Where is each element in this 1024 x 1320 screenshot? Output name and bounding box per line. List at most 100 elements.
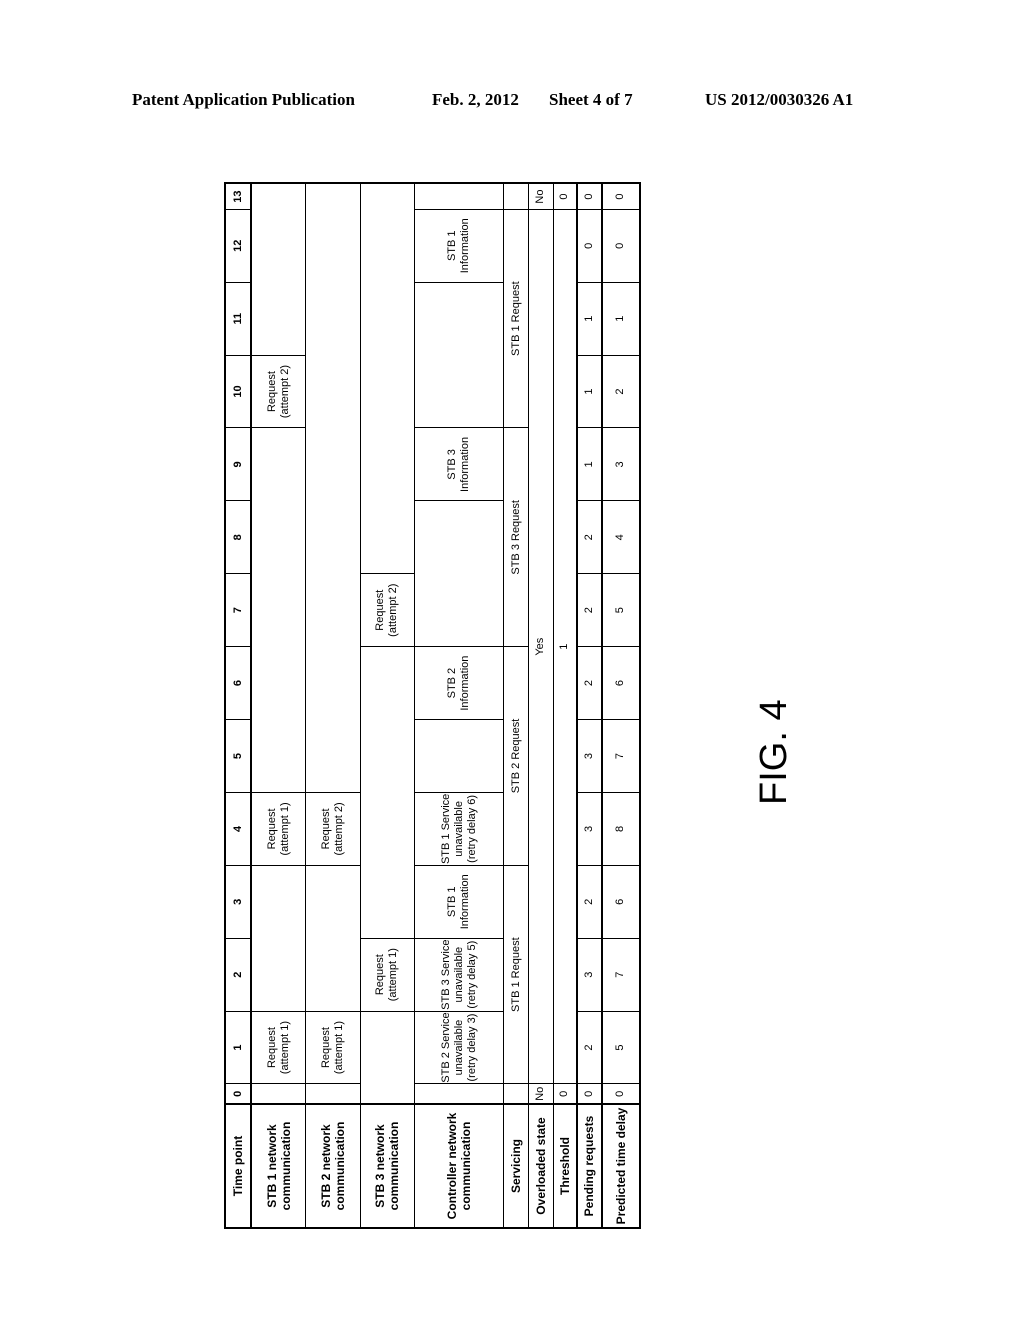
pending-t3: 2: [576, 865, 602, 939]
row-servicing: Servicing STB 1 Request STB 2 Request ST…: [503, 183, 529, 1228]
row-header-stb2: STB 2 network communication: [305, 1104, 361, 1228]
row-threshold: Threshold 0 1 0: [553, 183, 577, 1228]
overloaded-t13: No: [528, 183, 554, 210]
controller-t9: STB 3 Information: [414, 427, 504, 501]
time-point-12: 12: [225, 209, 252, 283]
predicted-t3: 6: [601, 865, 640, 939]
controller-t1: STB 2 Service unavailable (retry delay 3…: [414, 1011, 504, 1084]
cell-empty: [305, 1084, 361, 1104]
patent-number: US 2012/0030326 A1: [705, 90, 854, 109]
time-point-10: 10: [225, 355, 252, 428]
stb2-t4: Request (attempt 2): [305, 792, 361, 866]
cell-empty: [251, 865, 306, 1012]
pending-t9: 1: [576, 427, 602, 501]
pending-t13: 0: [576, 183, 602, 210]
predicted-t5: 7: [601, 719, 640, 793]
row-stb2: STB 2 network communication Request (att…: [305, 183, 361, 1228]
pending-t10: 1: [576, 355, 602, 428]
row-header-stb1: STB 1 network communication: [251, 1104, 306, 1228]
row-header-servicing: Servicing: [503, 1104, 529, 1228]
controller-t12: STB 1 Information: [414, 209, 504, 283]
row-header-overloaded: Overloaded state: [528, 1104, 554, 1228]
time-point-0: 0: [225, 1084, 252, 1104]
publication-title: Patent Application Publication: [132, 90, 355, 109]
pending-t1: 2: [576, 1011, 602, 1084]
row-pending-requests: Pending requests 0 2 3 2 3 3 2 2 2 1 1 1…: [576, 183, 602, 1228]
predicted-t10: 2: [601, 355, 640, 428]
cell-empty: [305, 183, 361, 793]
stb1-t10: Request (attempt 2): [251, 355, 306, 428]
pending-t11: 1: [576, 282, 602, 356]
cell-empty: [251, 427, 306, 793]
predicted-t6: 6: [601, 646, 640, 720]
predicted-t11: 1: [601, 282, 640, 356]
pending-t7: 2: [576, 573, 602, 647]
controller-t2: STB 3 Service unavailable (retry delay 5…: [414, 938, 504, 1012]
threshold-t13: 0: [553, 183, 577, 210]
cell-empty: [414, 1084, 504, 1104]
figure-label: FIG. 4: [753, 699, 795, 805]
row-header-threshold: Threshold: [553, 1104, 577, 1228]
sheet-number: Sheet 4 of 7: [549, 90, 633, 109]
row-header-pending: Pending requests: [576, 1104, 602, 1228]
predicted-t9: 3: [601, 427, 640, 501]
stb1-t4: Request (attempt 1): [251, 792, 306, 866]
row-predicted-time-delay: Predicted time delay 0 5 7 6 8 7 6 5 4 3…: [601, 183, 640, 1228]
controller-t4: STB 1 Service unavailable (retry delay 6…: [414, 792, 504, 866]
stb3-t2: Request (attempt 1): [360, 938, 415, 1012]
predicted-t0: 0: [601, 1084, 640, 1104]
overloaded-t1-12: Yes: [528, 209, 554, 1084]
cell-empty: [251, 183, 306, 356]
cell-empty: [414, 500, 504, 647]
cell-empty: [305, 865, 361, 1012]
cell-empty: [414, 282, 504, 428]
cell-empty: [360, 183, 415, 574]
publication-date: Feb. 2, 2012: [432, 90, 519, 109]
pending-t5: 3: [576, 719, 602, 793]
cell-empty: [251, 1084, 306, 1104]
servicing-span-3: STB 3 Request: [503, 427, 529, 647]
time-point-13: 13: [225, 183, 252, 210]
overloaded-t0: No: [528, 1084, 554, 1104]
row-header-stb3: STB 3 network communication: [360, 1104, 415, 1228]
cell-empty: [503, 183, 529, 210]
predicted-t4: 8: [601, 792, 640, 866]
pending-t8: 2: [576, 500, 602, 574]
time-point-2: 2: [225, 938, 252, 1012]
stb2-t1: Request (attempt 1): [305, 1011, 361, 1084]
predicted-t7: 5: [601, 573, 640, 647]
row-stb1: STB 1 network communication Request (att…: [251, 183, 306, 1228]
timeline-table-container: Time point 0 1 2 3 4 5 6 7 8 9 10 11 12 …: [224, 182, 641, 1229]
servicing-span-2: STB 2 Request: [503, 646, 529, 866]
timeline-table: Time point 0 1 2 3 4 5 6 7 8 9 10 11 12 …: [224, 182, 641, 1229]
time-point-1: 1: [225, 1011, 252, 1084]
row-time-point: Time point 0 1 2 3 4 5 6 7 8 9 10 11 12 …: [225, 183, 252, 1228]
time-point-5: 5: [225, 719, 252, 793]
stb3-t7: Request (attempt 2): [360, 573, 415, 647]
pending-t0: 0: [576, 1084, 602, 1104]
predicted-t8: 4: [601, 500, 640, 574]
threshold-t0: 0: [553, 1084, 577, 1104]
time-point-4: 4: [225, 792, 252, 866]
time-point-8: 8: [225, 500, 252, 574]
pending-t2: 3: [576, 938, 602, 1012]
stb1-t1: Request (attempt 1): [251, 1011, 306, 1084]
controller-t6: STB 2 Information: [414, 646, 504, 720]
cell-empty: [503, 1084, 529, 1104]
row-header-predicted: Predicted time delay: [601, 1104, 640, 1228]
cell-empty: [414, 183, 504, 210]
row-header-controller: Controller network communication: [414, 1104, 504, 1228]
threshold-t1-12: 1: [553, 209, 577, 1084]
cell-empty: [414, 719, 504, 793]
time-point-3: 3: [225, 865, 252, 939]
pending-t4: 3: [576, 792, 602, 866]
cell-empty: [360, 646, 415, 939]
pending-t12: 0: [576, 209, 602, 283]
predicted-t12: 0: [601, 209, 640, 283]
predicted-t2: 7: [601, 938, 640, 1012]
cell-empty: [360, 1011, 415, 1104]
servicing-span-1: STB 1 Request: [503, 865, 529, 1084]
predicted-t1: 5: [601, 1011, 640, 1084]
time-point-11: 11: [225, 282, 252, 356]
pending-t6: 2: [576, 646, 602, 720]
